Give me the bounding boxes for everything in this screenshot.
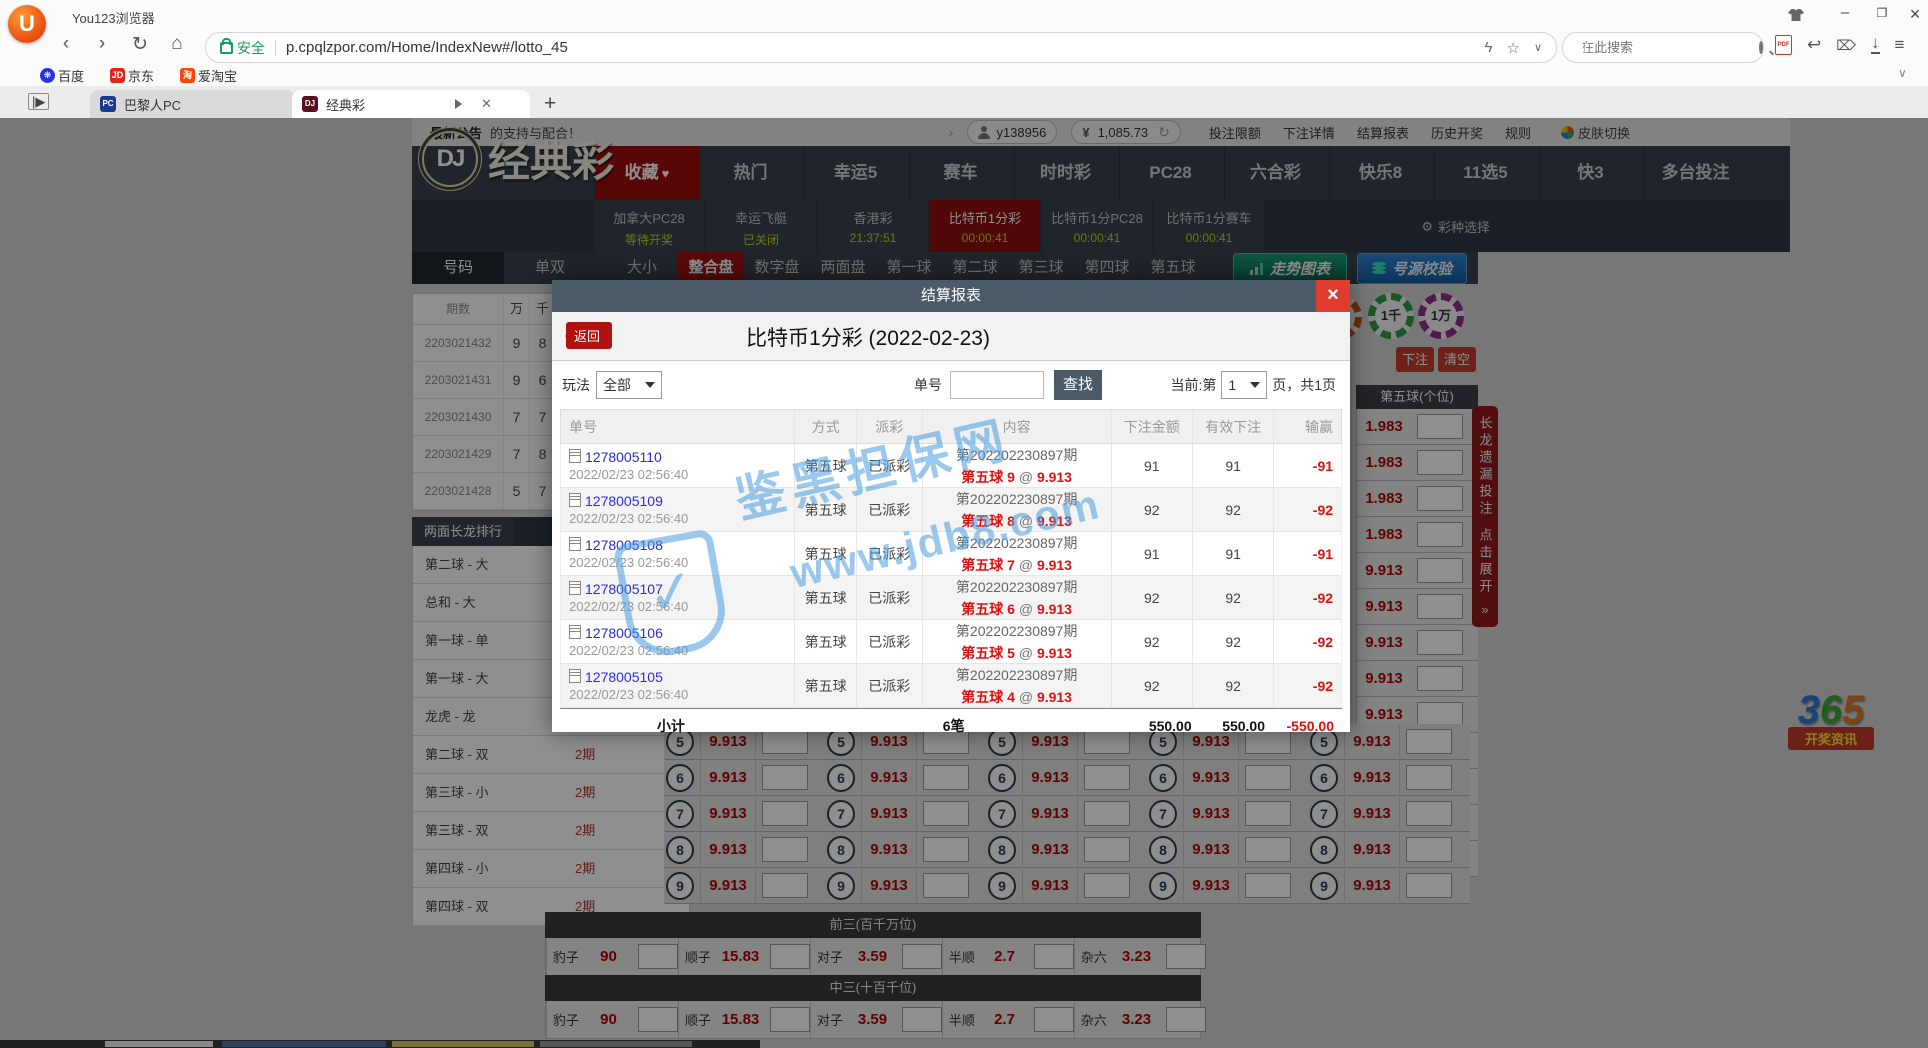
report-row: 1278005108 2022/02/23 02:56:40 第五球 已派彩 第…	[560, 532, 1342, 576]
baidu-paw-icon: ❋	[40, 68, 55, 83]
tab-strip: |▶ PC 巴黎人PC DJ 经典彩 ✕ +	[0, 86, 1928, 118]
order-id-link[interactable]: 1278005110	[585, 449, 662, 465]
order-time: 2022/02/23 02:56:40	[569, 511, 794, 526]
pdf-icon[interactable]: PDF	[1775, 35, 1792, 55]
bookmark-taobao[interactable]: 淘爱淘宝	[180, 66, 237, 85]
document-icon	[569, 537, 581, 551]
modal-heading: 比特币1分彩 (2022-02-23)	[746, 322, 990, 352]
page-suffix: 页，共1页	[1272, 375, 1336, 395]
taobao-icon: 淘	[180, 68, 195, 83]
order-id-link[interactable]: 1278005105	[585, 669, 663, 685]
play-label: 玩法	[562, 375, 590, 395]
cleaner-icon[interactable]: ⌦	[1836, 37, 1856, 54]
order-time: 2022/02/23 02:56:40	[569, 467, 794, 482]
url-bar[interactable]: 安全 p.cpqlzpor.com/Home/IndexNew#/lotto_4…	[205, 32, 1557, 63]
browser-titlebar: U You123浏览器 – ❐ ×	[0, 0, 1928, 30]
bookmarks-bar: ❋百度 JD京东 淘爱淘宝	[0, 64, 1928, 86]
skin-theme-icon[interactable]	[1788, 9, 1804, 21]
bookmark-jd[interactable]: JD京东	[110, 66, 154, 85]
report-row: 1278005106 2022/02/23 02:56:40 第五球 已派彩 第…	[560, 620, 1342, 664]
reload-icon[interactable]: ↻	[126, 33, 154, 56]
divider	[275, 40, 276, 56]
find-button[interactable]: 查找	[1054, 370, 1102, 400]
security-label: 安全	[237, 38, 265, 58]
maximize-button[interactable]: ❐	[1869, 6, 1895, 20]
play-select[interactable]: 全部	[596, 371, 662, 399]
back-button[interactable]: 返回	[566, 322, 612, 349]
settlement-report-modal: 结算报表 × 返回 比特币1分彩 (2022-02-23) 玩法 全部 单号 查…	[552, 280, 1350, 732]
download-icon[interactable]: ↓	[1871, 36, 1880, 54]
modal-close-button[interactable]: ×	[1316, 280, 1350, 312]
report-row: 1278005109 2022/02/23 02:56:40 第五球 已派彩 第…	[560, 488, 1342, 532]
bookmark-baidu[interactable]: ❋百度	[40, 66, 84, 85]
tab1-favicon: PC	[100, 96, 116, 112]
order-id-link[interactable]: 1278005109	[585, 493, 663, 509]
order-label: 单号	[914, 375, 942, 395]
browser-tab-1[interactable]: PC 巴黎人PC	[90, 90, 295, 118]
screen: U You123浏览器 – ❐ × ‹ › ↻ ⌂ 安全 p.cpqlzpor.…	[0, 0, 1928, 1048]
browser-chrome: U You123浏览器 – ❐ × ‹ › ↻ ⌂ 安全 p.cpqlzpor.…	[0, 0, 1928, 118]
browser-tab-2[interactable]: DJ 经典彩 ✕	[292, 90, 530, 118]
order-input[interactable]	[950, 371, 1044, 399]
order-id-link[interactable]: 1278005108	[585, 537, 663, 553]
jd-icon: JD	[110, 68, 125, 83]
order-time: 2022/02/23 02:56:40	[569, 643, 794, 658]
close-button[interactable]: ×	[1902, 4, 1928, 25]
chevron-down-icon[interactable]: ∨	[1534, 41, 1542, 54]
page-prefix: 当前:第	[1171, 375, 1217, 395]
web-page: 最新公告 的支持与配合！ › y138956 ¥ 1,085.73 ↻ 投注限额…	[0, 118, 1928, 1048]
order-time: 2022/02/23 02:56:40	[569, 599, 794, 614]
modal-title: 结算报表	[552, 280, 1350, 312]
new-tab-button[interactable]: +	[544, 92, 556, 116]
search-box[interactable]	[1562, 32, 1764, 63]
url-text[interactable]: p.cpqlzpor.com/Home/IndexNew#/lotto_45	[286, 39, 568, 56]
order-id-link[interactable]: 1278005107	[585, 581, 663, 597]
order-time: 2022/02/23 02:56:40	[569, 687, 794, 702]
document-icon	[569, 581, 581, 595]
tab-close-icon[interactable]: ✕	[481, 96, 492, 112]
select-arrow-icon	[1250, 382, 1260, 393]
home-icon[interactable]: ⌂	[163, 33, 191, 55]
back-icon[interactable]: ‹	[52, 33, 80, 55]
tab2-favicon: DJ	[302, 96, 318, 112]
search-input[interactable]	[1579, 39, 1759, 56]
modal-filter-row: 玩法 全部 单号 查找 当前:第 1 页，共1页	[552, 361, 1350, 409]
bookmark-star-icon[interactable]: ☆	[1506, 39, 1519, 57]
reader-lightning-icon[interactable]: ϟ	[1485, 39, 1493, 56]
audio-icon[interactable]	[455, 99, 467, 109]
page-select[interactable]: 1	[1221, 371, 1267, 399]
document-icon	[569, 625, 581, 639]
document-icon	[569, 669, 581, 683]
undo-icon[interactable]: ↩	[1807, 35, 1821, 55]
report-table-header: 单号 方式 派彩 内容 下注金额 有效下注 输赢	[560, 409, 1342, 444]
order-id-link[interactable]: 1278005106	[585, 625, 663, 641]
report-table: 单号 方式 派彩 内容 下注金额 有效下注 输赢 1278005110 2022…	[560, 409, 1342, 742]
report-row: 1278005110 2022/02/23 02:56:40 第五球 已派彩 第…	[560, 444, 1342, 488]
collapse-chevron-icon[interactable]: ∨	[1898, 66, 1907, 80]
report-row: 1278005105 2022/02/23 02:56:40 第五球 已派彩 第…	[560, 664, 1342, 708]
order-time: 2022/02/23 02:56:40	[569, 555, 794, 570]
report-summary-row: 小计 6笔 550.00 550.00 -550.00	[560, 708, 1342, 742]
select-arrow-icon	[645, 382, 655, 393]
report-row: 1278005107 2022/02/23 02:56:40 第五球 已派彩 第…	[560, 576, 1342, 620]
document-icon	[569, 449, 581, 463]
pagination: 当前:第 1 页，共1页	[1171, 371, 1336, 399]
forward-icon[interactable]: ›	[88, 33, 116, 55]
document-icon	[569, 493, 581, 507]
modal-header: 返回 比特币1分彩 (2022-02-23)	[552, 312, 1350, 361]
lock-icon	[220, 42, 233, 54]
menu-icon[interactable]: ≡	[1895, 35, 1905, 55]
sidebar-toggle-icon[interactable]: |▶	[28, 93, 49, 110]
browser-logo-icon: U	[8, 5, 46, 43]
search-icon[interactable]	[1759, 41, 1763, 54]
minimize-button[interactable]: –	[1832, 4, 1858, 21]
browser-toolbar: ‹ › ↻ ⌂ 安全 p.cpqlzpor.com/Home/IndexNew#…	[0, 30, 1928, 64]
browser-title: You123浏览器	[72, 8, 155, 27]
